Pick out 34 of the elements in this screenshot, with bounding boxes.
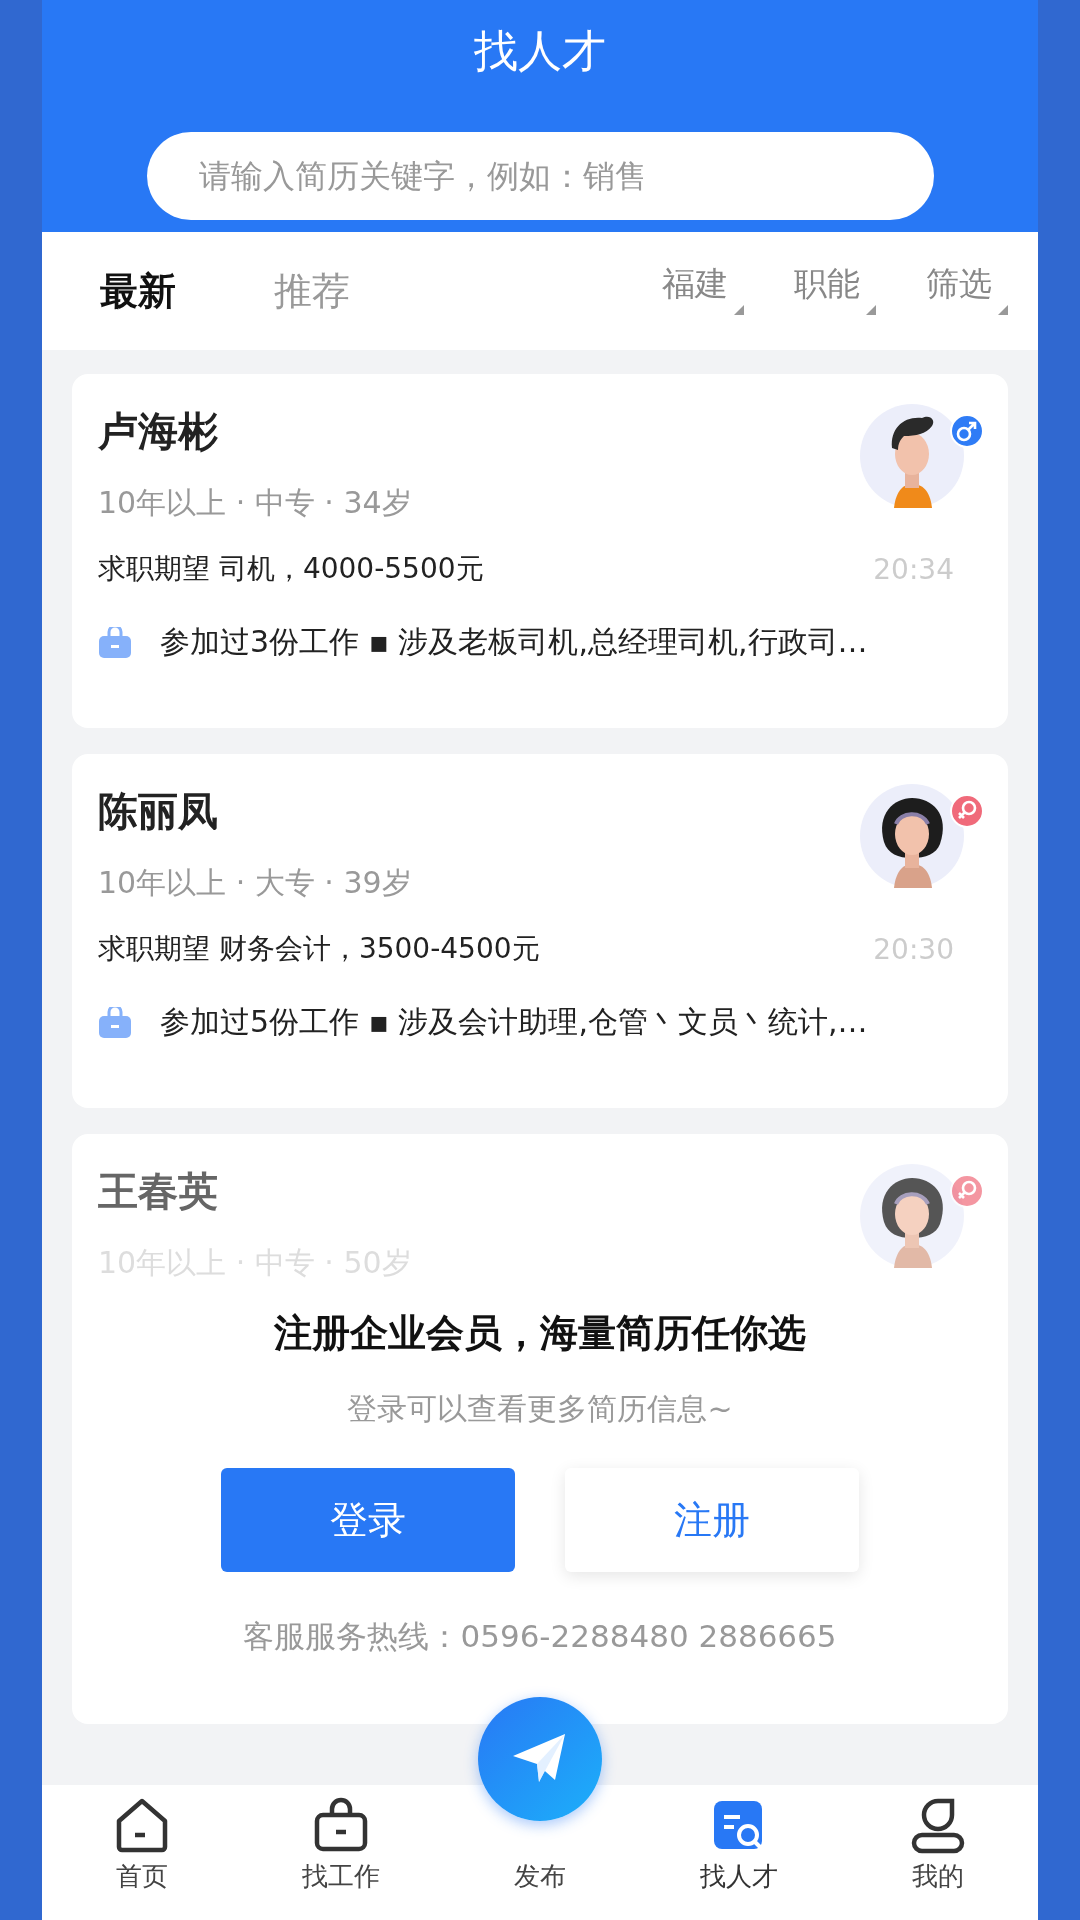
prompt-subtitle: 登录可以查看更多简历信息~ (347, 1390, 733, 1428)
job-expectation: 求职期望 司机，4000-5500元 (98, 551, 484, 587)
page-title: 找人才 (474, 24, 606, 76)
briefcase-icon (98, 626, 132, 659)
nav-label[interactable]: 找工作 (301, 1859, 380, 1894)
candidate-details: 10年以上 · 中专 · 34岁 (98, 484, 412, 522)
filter-dropdown[interactable]: 筛选 (926, 261, 992, 307)
female-symbol-icon (950, 794, 984, 828)
caret-icon (866, 304, 876, 315)
search-field[interactable]: 请输入简历关键字，例如：销售 (146, 132, 934, 220)
tab[interactable]: 最新 (100, 265, 176, 317)
candidate-name: 卢海彬 (98, 407, 219, 456)
hotline-text: 客服服务热线：0596-2288480 2886665 (243, 1617, 837, 1656)
candidate-name: 陈丽凤 (98, 787, 219, 836)
nav-label[interactable]: 发布 (513, 1859, 566, 1894)
work-experience: 参加过3份工作 ▪ 涉及老板司机,总经理司机,行政司… (160, 623, 868, 661)
login-button[interactable]: 登录 (221, 1468, 515, 1572)
job-expectation: 求职期望 财务会计，3500-4500元 (98, 931, 540, 967)
caret-icon (734, 304, 744, 315)
candidate-name: 王春英 (98, 1167, 219, 1216)
briefcase-icon (98, 1006, 132, 1039)
candidate-details: 10年以上 · 大专 · 39岁 (98, 864, 412, 902)
prompt-title: 注册企业会员，海量简历任你选 (274, 1310, 806, 1357)
nav-label[interactable]: 首页 (115, 1859, 168, 1894)
female-symbol-icon (950, 1174, 984, 1208)
caret-icon (998, 304, 1008, 315)
filter-dropdown[interactable]: 职能 (794, 261, 860, 307)
nav-label[interactable]: 找人才 (700, 1859, 779, 1894)
work-experience: 参加过5份工作 ▪ 涉及会计助理,仓管丶文员丶统计,… (160, 1003, 868, 1041)
filter-dropdown[interactable]: 福建 (662, 261, 728, 307)
nav-label[interactable]: 我的 (912, 1859, 965, 1894)
send-icon[interactable] (477, 1697, 602, 1821)
male-symbol-icon (950, 414, 984, 448)
register-button[interactable]: 注册 (565, 1468, 859, 1572)
